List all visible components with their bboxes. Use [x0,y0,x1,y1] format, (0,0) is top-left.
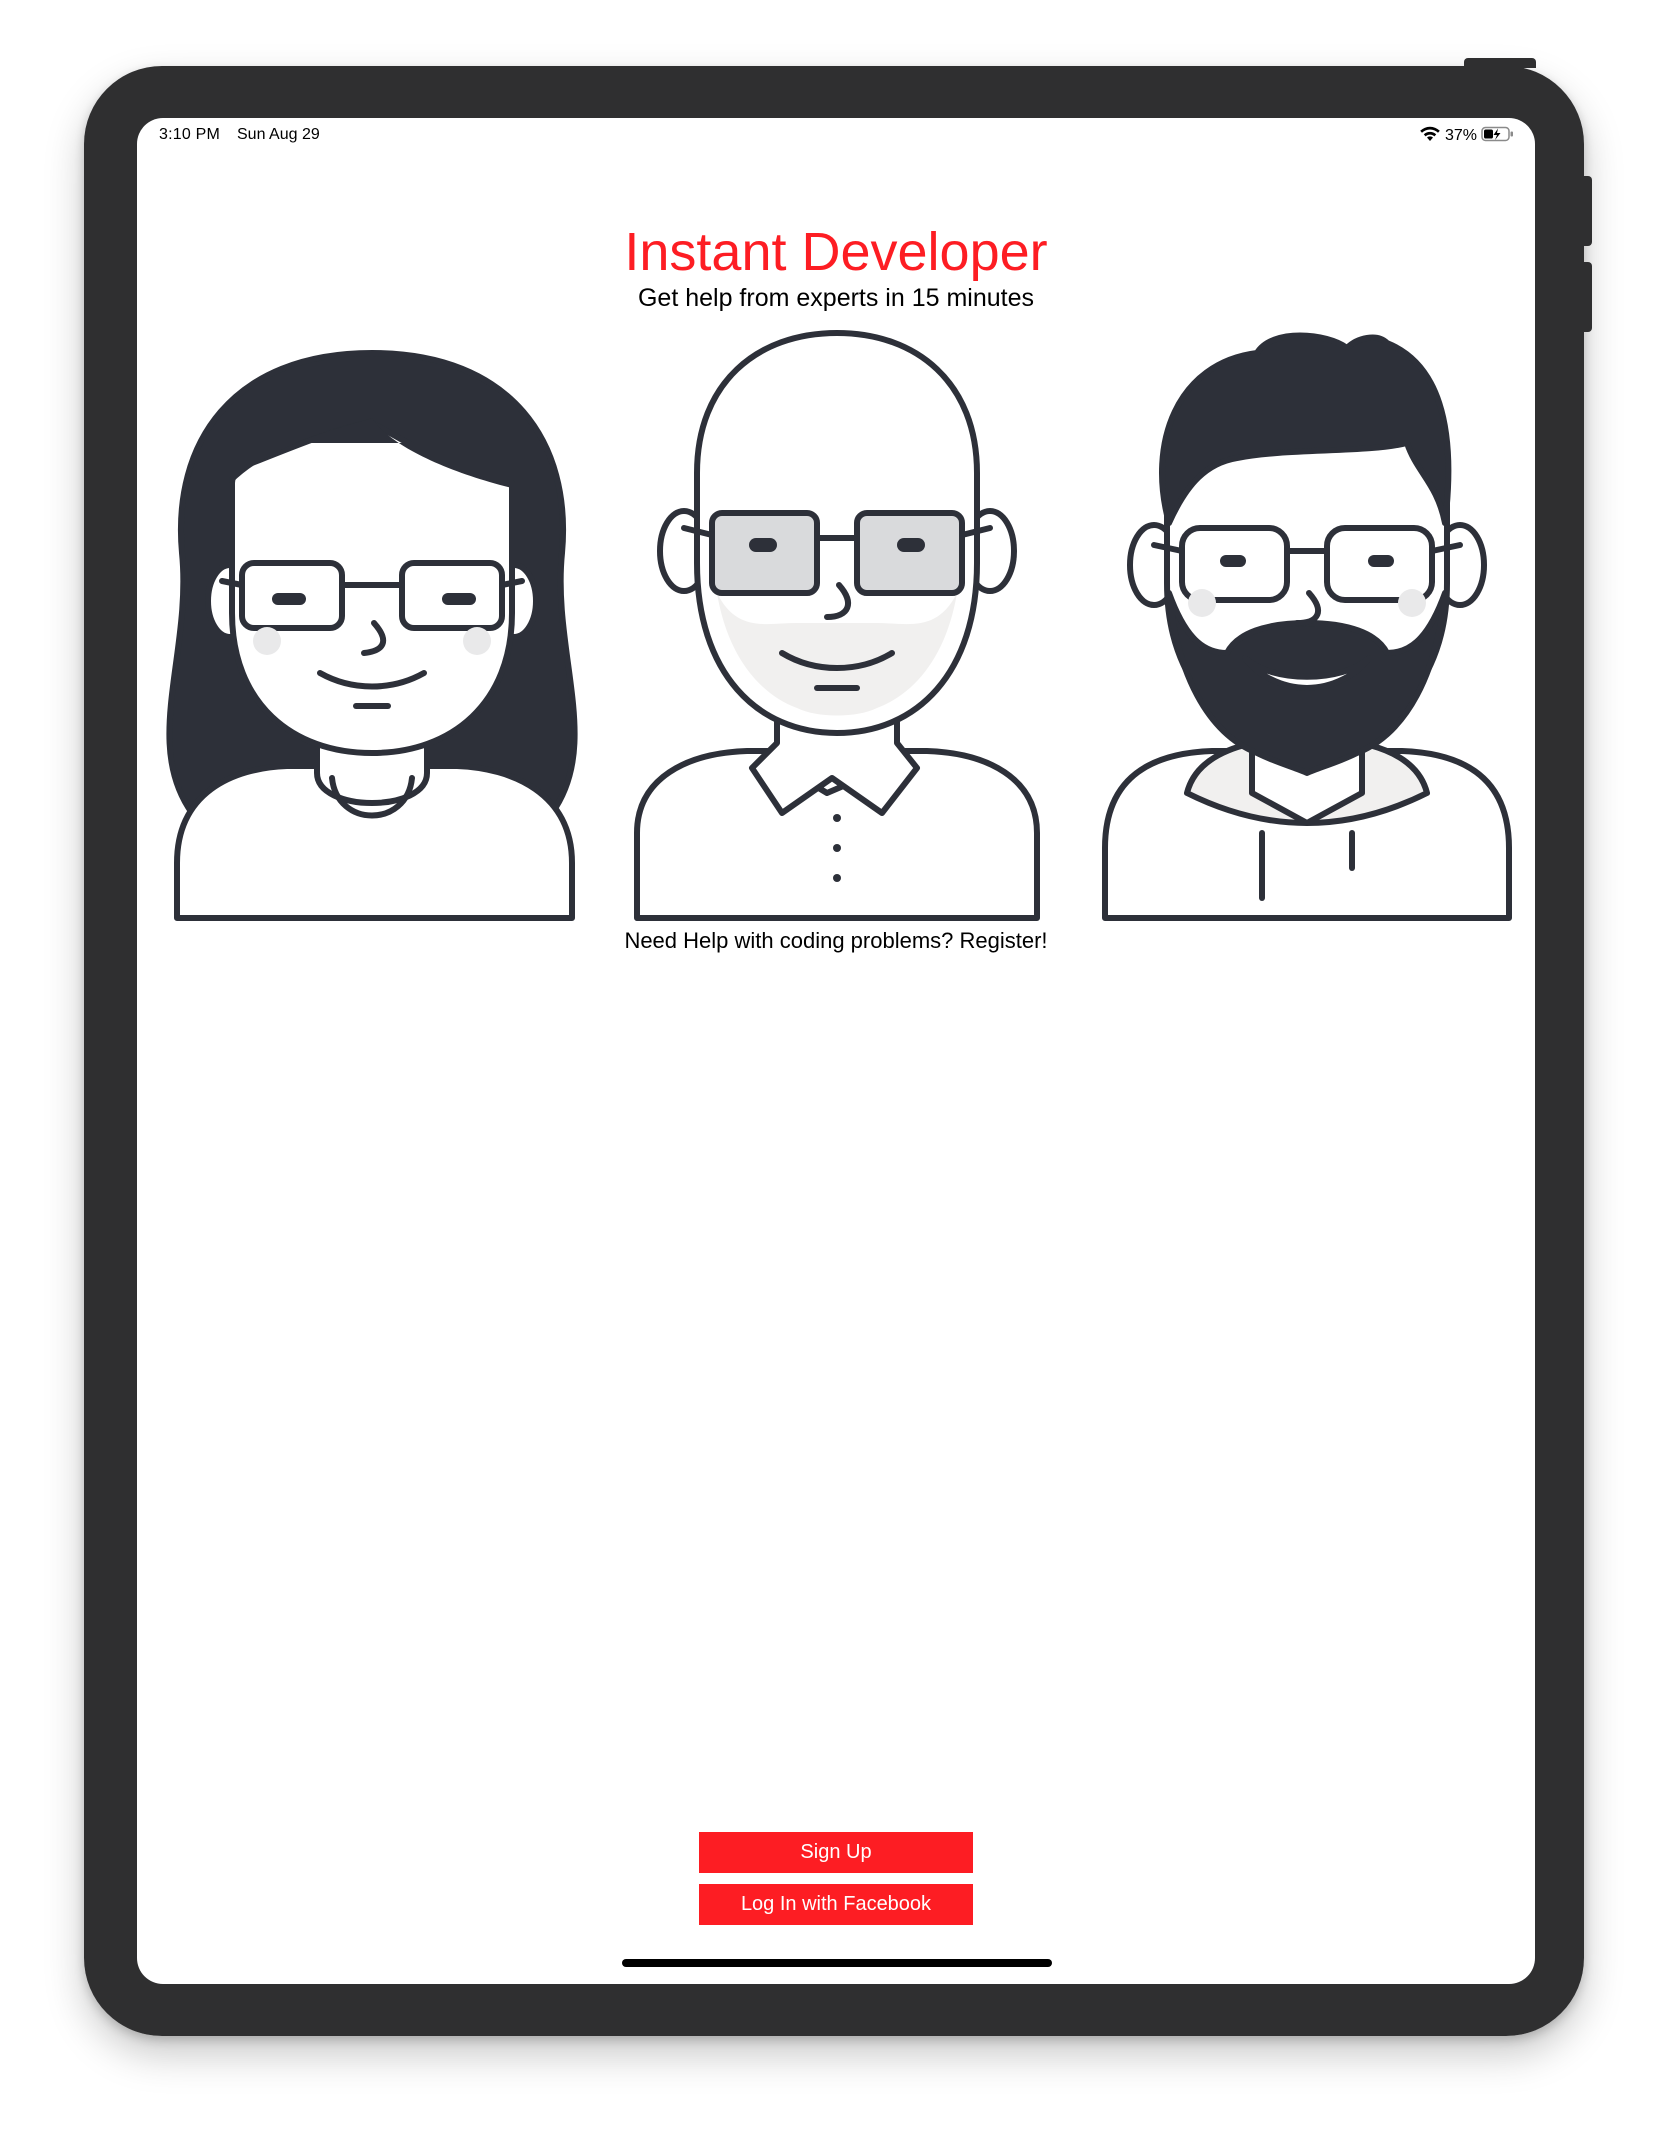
bald-man-with-glasses-avatar [634,330,1040,921]
top-button [1464,58,1536,68]
facebook-login-button[interactable]: Log In with Facebook [699,1884,973,1925]
app-subtitle: Get help from experts in 15 minutes [637,284,1035,312]
woman-with-glasses-avatar [166,350,578,921]
battery-percent: 37% [1444,127,1477,144]
volume-down-button [1582,262,1592,332]
status-date: Sun Aug 29 [237,126,320,143]
status-bar: 3:10 PM Sun Aug 29 37% [137,118,1535,158]
battery-charging-icon [1481,126,1515,147]
home-indicator[interactable] [622,1959,1052,1967]
app-screen: 3:10 PM Sun Aug 29 37% Instant Developer… [137,118,1535,1984]
wifi-icon [1419,126,1441,147]
status-time: 3:10 PM [159,126,220,143]
simulator-canvas: 3:10 PM Sun Aug 29 37% Instant Developer… [0,0,1668,2130]
volume-up-button [1582,176,1592,246]
sign-up-button[interactable]: Sign Up [699,1832,973,1873]
app-title: Instant Developer [624,222,1048,282]
status-indicators: 37% [1419,124,1515,148]
bearded-man-with-glasses-avatar [1102,332,1512,921]
register-prompt: Need Help with coding problems? Register… [624,928,1048,953]
